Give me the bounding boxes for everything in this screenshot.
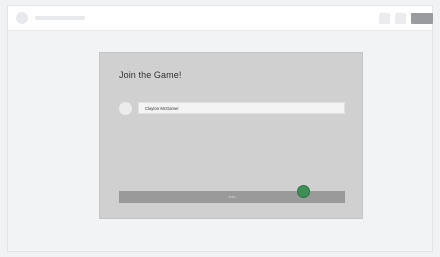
player-name-input[interactable]	[138, 102, 345, 114]
header-button-placeholder-1[interactable]	[379, 13, 390, 24]
top-bar	[8, 6, 433, 31]
header-primary-button-placeholder[interactable]	[411, 13, 433, 24]
header-button-placeholder-2[interactable]	[395, 13, 406, 24]
header-avatar-placeholder	[16, 12, 28, 24]
header-title-placeholder	[35, 16, 85, 20]
join-button[interactable]: Join	[119, 191, 345, 203]
avatar	[119, 102, 132, 115]
dialog-title: Join the Game!	[119, 70, 182, 80]
join-dialog: Join the Game! Join	[99, 52, 363, 219]
pointer-indicator	[297, 185, 310, 198]
